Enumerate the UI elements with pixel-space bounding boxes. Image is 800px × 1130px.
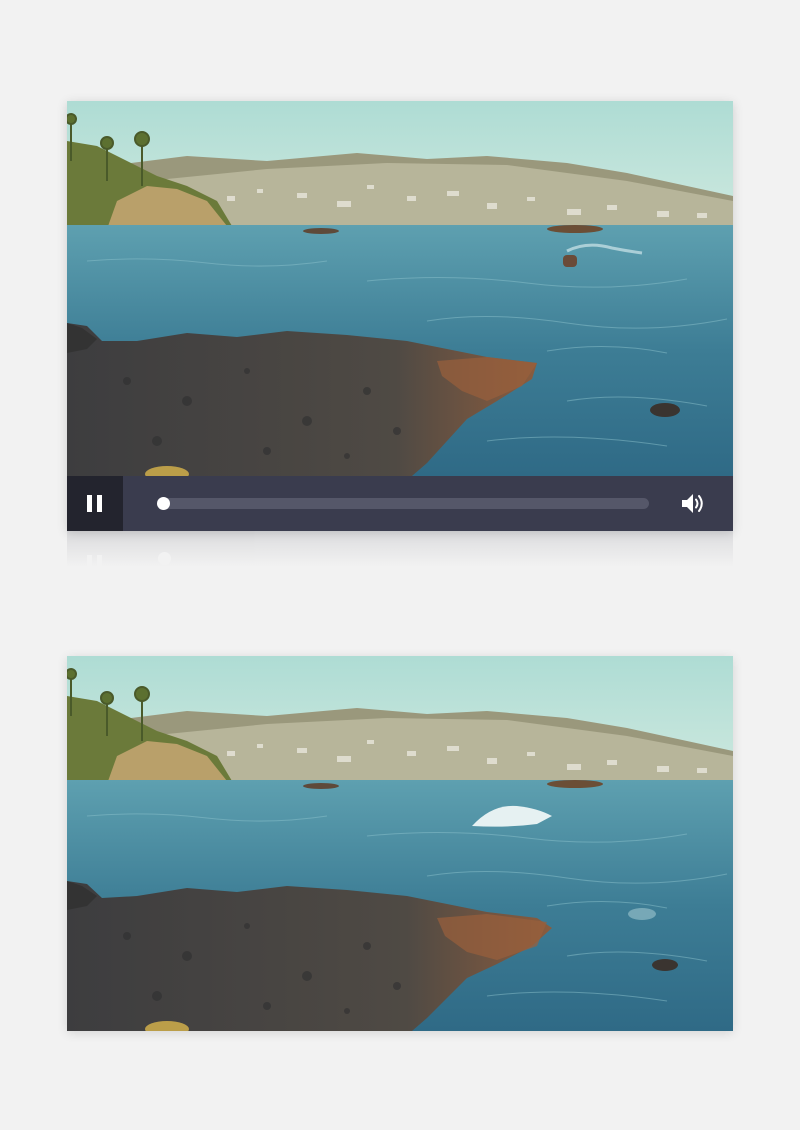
reflection-thumb xyxy=(158,552,171,565)
reflection-image xyxy=(67,531,733,567)
still-frame-image xyxy=(67,656,733,1031)
reflection-pause-bar xyxy=(97,555,102,567)
reflection-pause-bar xyxy=(87,555,92,567)
progress-thumb[interactable] xyxy=(157,497,170,510)
progress-bar[interactable] xyxy=(157,497,649,510)
control-bar xyxy=(67,476,733,531)
pause-button[interactable] xyxy=(67,476,123,531)
pause-icon-bar xyxy=(97,495,102,512)
speaker-volume-icon[interactable] xyxy=(679,491,707,516)
video-frame[interactable] xyxy=(67,101,733,476)
control-bar-reflection xyxy=(67,531,733,567)
video-still-frame xyxy=(67,656,733,1031)
reflection-fade xyxy=(67,531,733,567)
pause-icon xyxy=(87,495,92,512)
video-player[interactable] xyxy=(67,101,733,531)
